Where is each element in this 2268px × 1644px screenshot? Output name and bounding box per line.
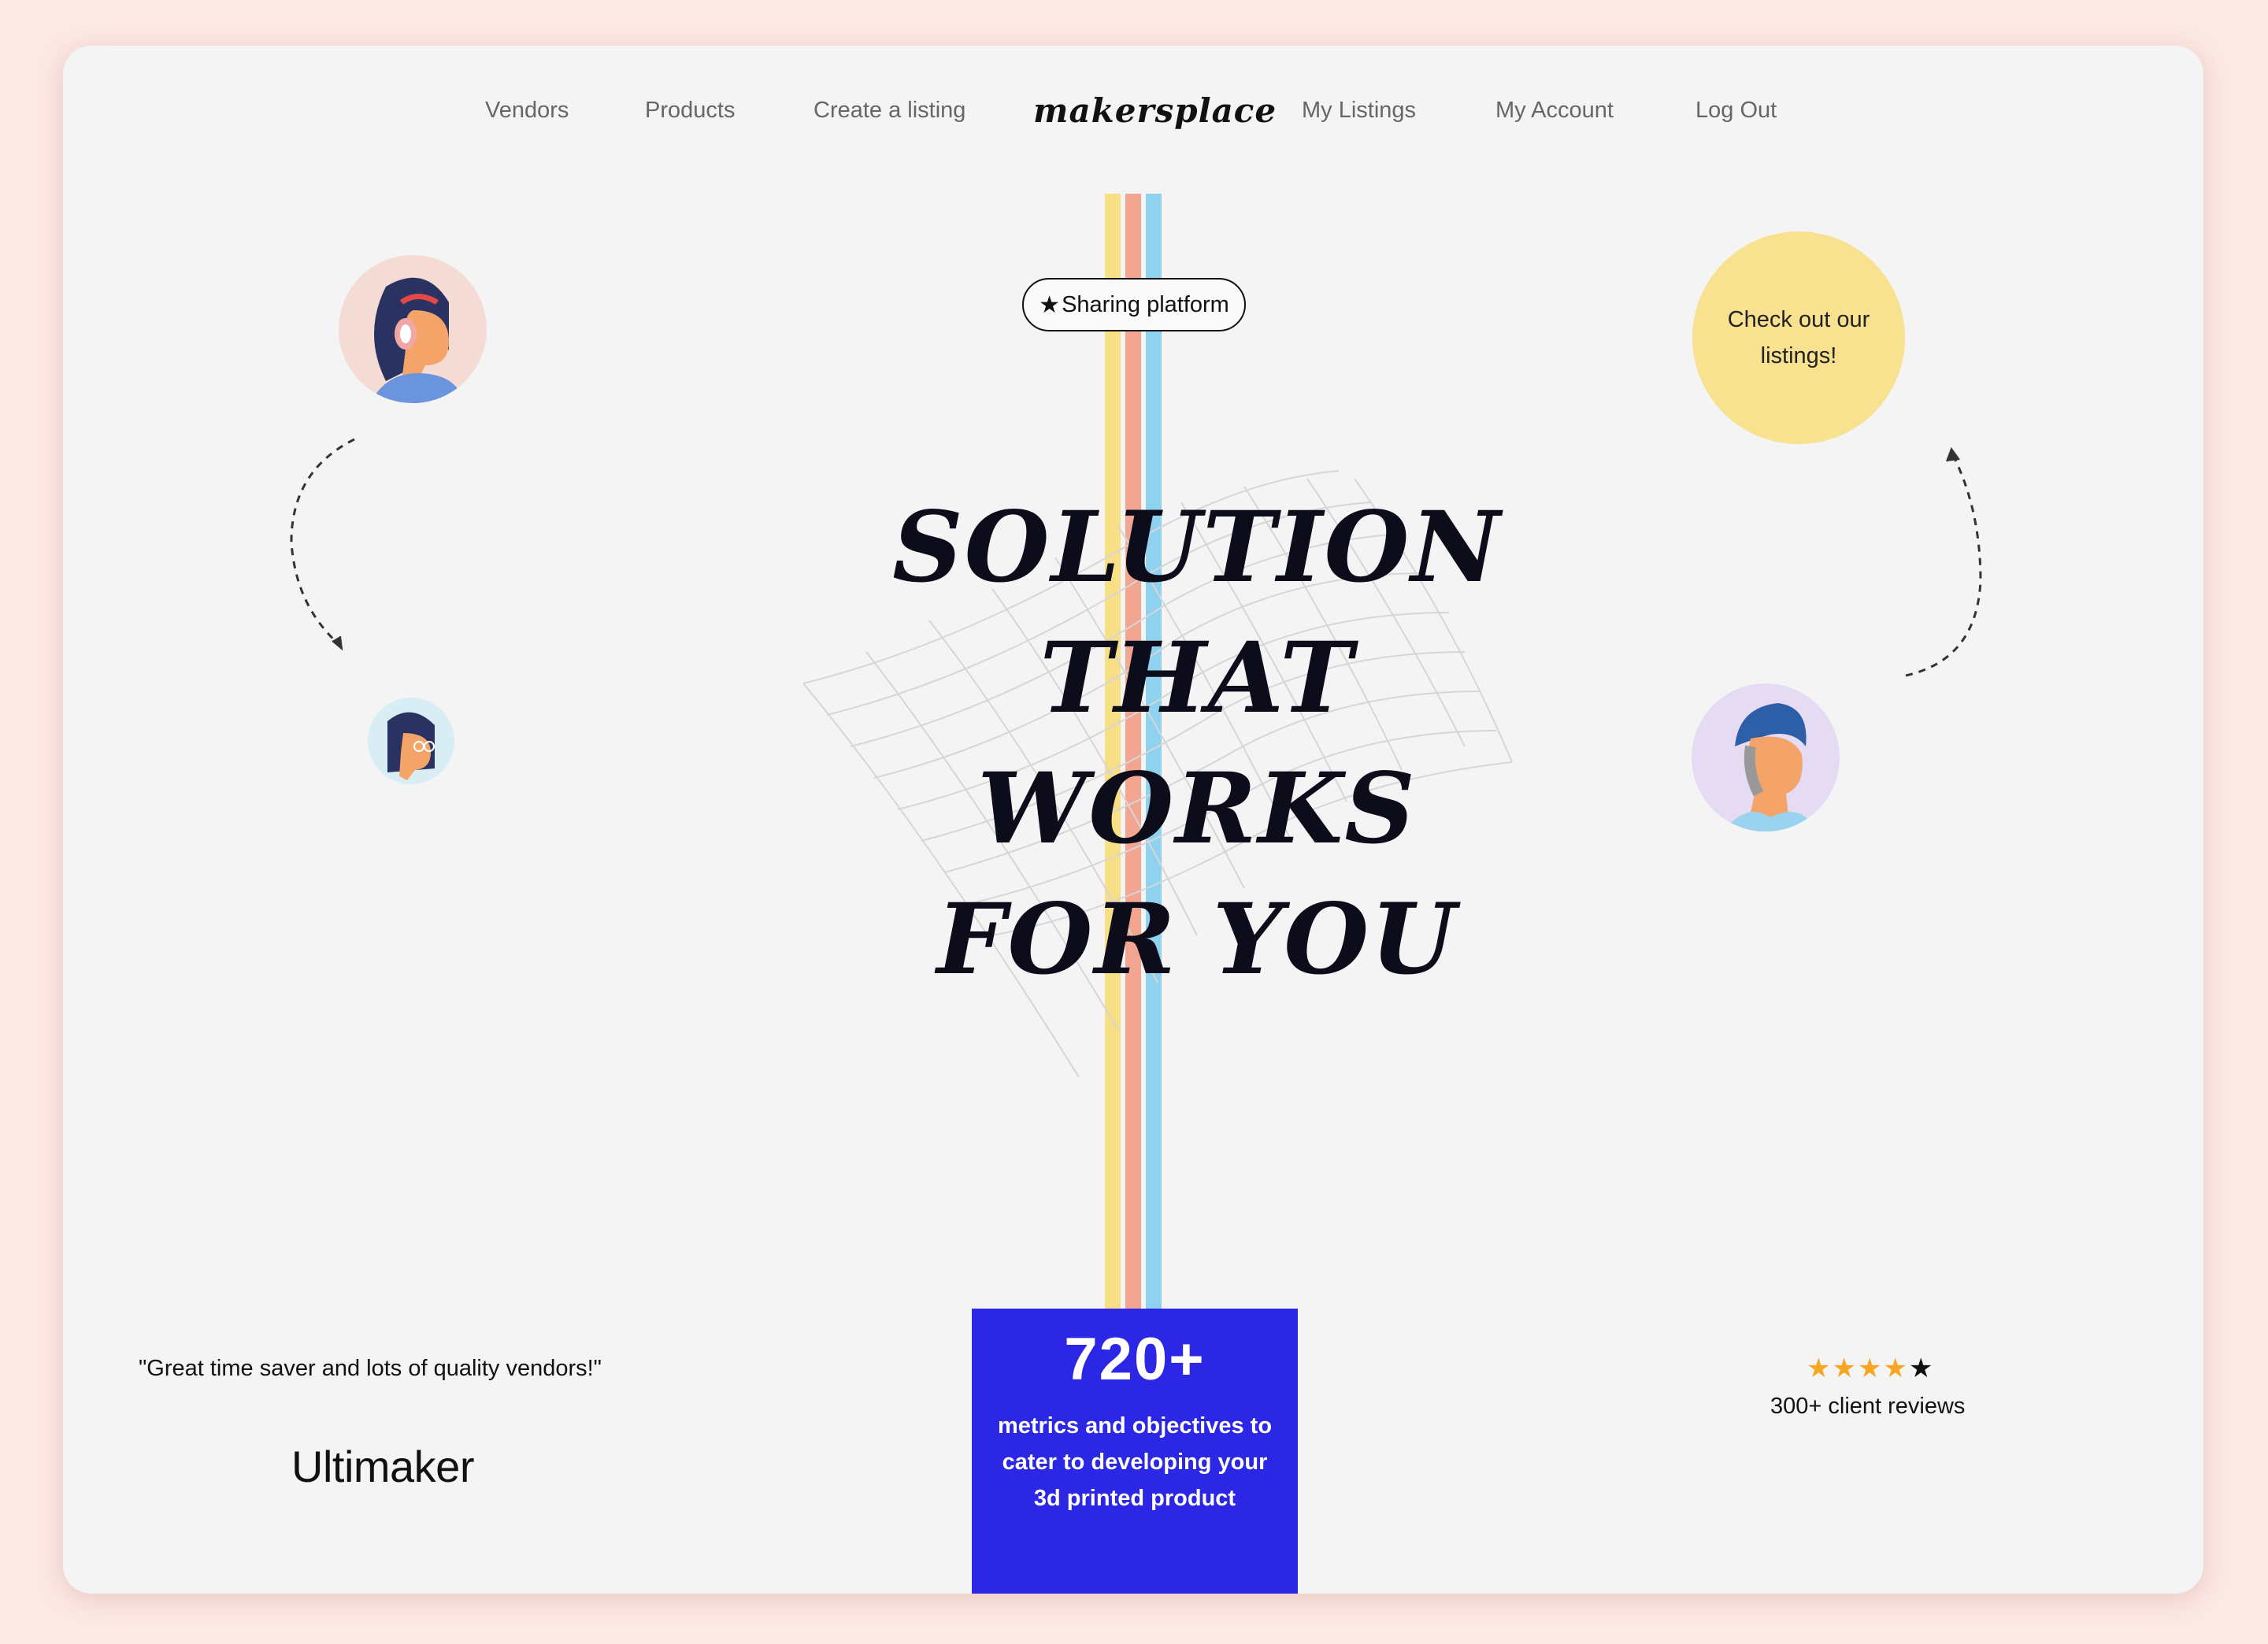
headline-line: FOR YOU (936, 883, 1458, 997)
avatar-man (1692, 683, 1840, 831)
testimonial-quote: "Great time saver and lots of quality ve… (139, 1356, 602, 1381)
dashed-arrow-up (1905, 446, 1982, 677)
ultimaker-brand-logo: Ultimaker (291, 1442, 474, 1491)
woman-glasses-illustration (387, 712, 435, 780)
nav-create-listing-link[interactable]: Create a listing (813, 98, 965, 124)
man-illustration (1723, 703, 1818, 831)
client-reviews-label: 300+ client reviews (1770, 1394, 1966, 1419)
nav-vendors-link[interactable]: Vendors (485, 98, 569, 124)
star-icon: ★ (1832, 1353, 1858, 1383)
avatar-woman-glasses (368, 698, 454, 784)
star-icon: ★ (1883, 1353, 1909, 1383)
headline-line: SOLUTION (892, 491, 1502, 605)
nav-products-link[interactable]: Products (645, 98, 735, 124)
headline-line: THAT (1040, 621, 1354, 735)
woman-headphones-illustration (370, 277, 465, 403)
star-icon: ★ (1807, 1353, 1833, 1383)
star-icon: ★ (1039, 291, 1061, 318)
top-nav: Vendors Products Create a listing makers… (63, 46, 2203, 180)
avatar-woman-headphones (339, 255, 487, 403)
dashed-arrow-down (290, 438, 355, 651)
stat-box: 720+ metrics and objectives to cater to … (972, 1309, 1298, 1594)
sharing-platform-badge: ★ Sharing platform (1022, 278, 1246, 331)
headline-line: WORKS (977, 752, 1417, 866)
makersplace-logo[interactable]: makersplace (1033, 91, 1277, 130)
check-listings-button[interactable]: Check out our listings! (1692, 231, 1905, 444)
stat-description: metrics and objectives to cater to devel… (997, 1413, 1273, 1511)
nav-my-account-link[interactable]: My Account (1495, 98, 1614, 124)
star-icon: ★ (1857, 1353, 1884, 1383)
nav-my-listings-link[interactable]: My Listings (1302, 98, 1416, 124)
hero-headline: SOLUTION THAT WORKS FOR YOU (788, 483, 1606, 1005)
star-icon: ★ (1908, 1353, 1935, 1383)
stat-number: 720+ (1064, 1326, 1206, 1393)
badge-label: Sharing platform (1062, 291, 1229, 317)
page-card: Vendors Products Create a listing makers… (63, 46, 2203, 1594)
nav-log-out-link[interactable]: Log Out (1695, 98, 1777, 124)
rating-stars: ★★★★★ (1807, 1353, 1934, 1384)
